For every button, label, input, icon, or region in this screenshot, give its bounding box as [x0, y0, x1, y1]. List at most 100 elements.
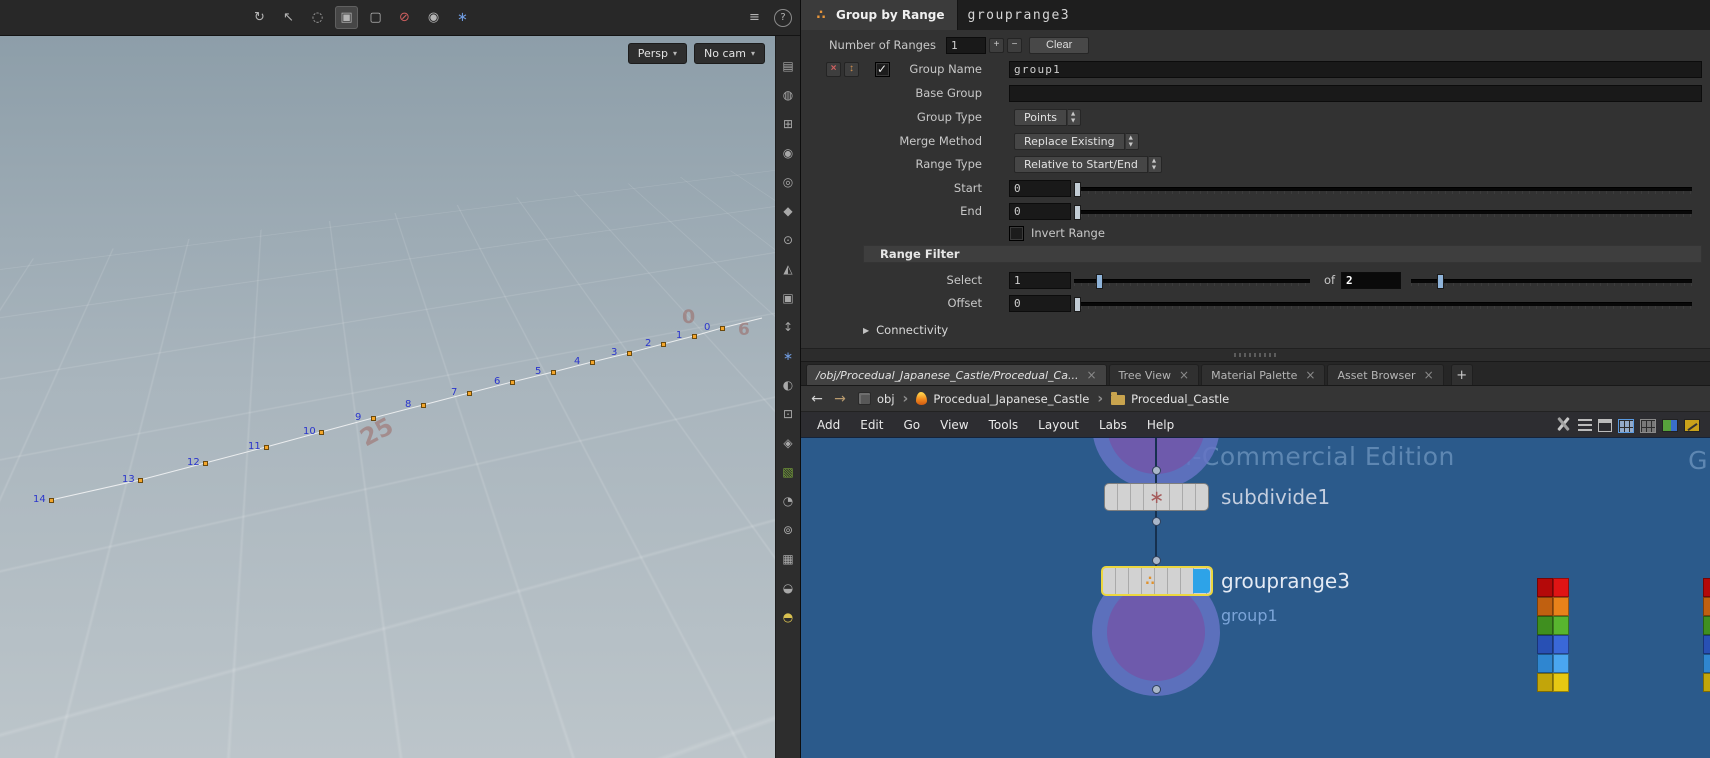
group-name-input[interactable]	[1009, 60, 1702, 78]
tab-close-icon[interactable]: ×	[1305, 369, 1315, 381]
point-dot[interactable]	[551, 370, 556, 375]
base-group-input[interactable]	[1009, 84, 1702, 102]
point-dot[interactable]	[590, 360, 595, 365]
color-swatch[interactable]	[1537, 616, 1553, 635]
breadcrumb-item[interactable]: Procedual_Castle	[1108, 390, 1232, 408]
color-swatch[interactable]	[1553, 654, 1569, 673]
grouprange-node[interactable]	[1101, 566, 1213, 596]
camera-icon[interactable]: ◎	[778, 172, 798, 192]
start-slider[interactable]	[1074, 182, 1692, 197]
menu-tools[interactable]: Tools	[979, 418, 1029, 432]
objects-icon[interactable]: ◭	[778, 259, 798, 279]
merge-method-spinner-icon[interactable]	[1124, 132, 1139, 150]
menu-add[interactable]: Add	[807, 418, 850, 432]
pane-tab[interactable]: /obj/Procedual_Japanese_Castle/Procedual…	[806, 364, 1107, 385]
color-swatch[interactable]	[1537, 673, 1553, 692]
color-swatch[interactable]	[1703, 616, 1710, 635]
image-plane-icon[interactable]: ▦	[778, 549, 798, 569]
menu-layout[interactable]: Layout	[1028, 418, 1089, 432]
tree-view-icon[interactable]	[1578, 418, 1592, 433]
end-slider-handle[interactable]	[1074, 205, 1081, 220]
invert-range-checkbox[interactable]	[1009, 225, 1024, 241]
offset-slider-handle[interactable]	[1074, 297, 1081, 312]
point-dot[interactable]	[138, 478, 143, 483]
color-swatch[interactable]	[1537, 635, 1553, 654]
start-slider-handle[interactable]	[1074, 182, 1081, 197]
perspective-view-button[interactable]: Persp	[627, 43, 687, 64]
group-type-spinner-icon[interactable]	[1067, 108, 1082, 126]
box-select-icon[interactable]: ▣	[335, 6, 358, 29]
point-dot[interactable]	[510, 380, 515, 385]
select-slider[interactable]	[1074, 274, 1310, 289]
point-dot[interactable]	[319, 430, 324, 435]
lights-icon[interactable]: ◆	[778, 201, 798, 221]
start-input[interactable]	[1009, 179, 1071, 197]
lamp-icon[interactable]: ⊙	[778, 230, 798, 250]
background-icon[interactable]: ◒	[778, 578, 798, 598]
subdivide-output-connector[interactable]	[1152, 517, 1161, 526]
display-flag[interactable]	[1193, 569, 1210, 593]
marquee-select-icon[interactable]: ▢	[364, 6, 387, 29]
render-view-icon[interactable]: ◉	[422, 6, 445, 29]
point-dot[interactable]	[720, 326, 725, 331]
snowflake-icon[interactable]: ∗	[451, 6, 474, 29]
remove-range-button[interactable]: −	[1007, 37, 1022, 53]
color-swatch[interactable]	[1553, 673, 1569, 692]
point-dot[interactable]	[661, 342, 666, 347]
network-editor[interactable]: Non-Commercial Edition G subdivide1 grou…	[801, 438, 1710, 758]
point-dot[interactable]	[467, 391, 472, 396]
tab-close-icon[interactable]: ×	[1179, 369, 1189, 381]
menu-go[interactable]: Go	[893, 418, 930, 432]
wireframe-icon[interactable]: ◈	[778, 433, 798, 453]
pane-tab[interactable]: Tree View ×	[1108, 364, 1200, 385]
lamp-on-icon[interactable]: ◓	[778, 607, 798, 627]
grid-layout-icon[interactable]	[1640, 418, 1656, 433]
forward-arrow-icon[interactable]: →	[832, 391, 848, 407]
grid-layout-active-icon[interactable]	[1618, 418, 1634, 433]
clear-button[interactable]: Clear	[1029, 36, 1090, 54]
normals-icon[interactable]: ⊡	[778, 404, 798, 424]
color-swatch[interactable]	[1703, 673, 1710, 692]
range-type-spinner-icon[interactable]	[1147, 155, 1162, 173]
point-dot[interactable]	[264, 445, 269, 450]
select-slider-handle[interactable]	[1096, 274, 1103, 289]
menu-labs[interactable]: Labs	[1089, 418, 1137, 432]
color-swatch[interactable]	[1553, 578, 1569, 597]
flipbook-icon[interactable]: ◍	[778, 85, 798, 105]
end-input[interactable]	[1009, 202, 1071, 220]
camera-select-button[interactable]: No cam	[694, 43, 765, 64]
panel-list-icon[interactable]	[1598, 419, 1612, 432]
number-of-ranges-input[interactable]	[946, 36, 986, 54]
menu-view[interactable]: View	[930, 418, 978, 432]
color-swatch[interactable]	[1703, 654, 1710, 673]
point-dot[interactable]	[203, 461, 208, 466]
3d-viewport[interactable]: 012345678910111213142506 Persp No cam	[0, 36, 775, 758]
handles-icon[interactable]: ∗	[778, 346, 798, 366]
color-swatch[interactable]	[1553, 597, 1569, 616]
snap-disabled-icon[interactable]: ⊘	[393, 6, 416, 29]
tab-close-icon[interactable]: ×	[1424, 369, 1434, 381]
pane-tab[interactable]: Material Palette ×	[1201, 364, 1326, 385]
select-cursor-icon[interactable]: ↖	[277, 6, 300, 29]
menu-edit[interactable]: Edit	[850, 418, 893, 432]
tab-close-icon[interactable]: ×	[1086, 369, 1096, 381]
subdivide-input-connector[interactable]	[1152, 466, 1161, 475]
point-dot[interactable]	[49, 498, 54, 503]
snapshot-icon[interactable]: ▤	[778, 56, 798, 76]
offset-slider[interactable]	[1074, 297, 1692, 312]
color-swatch[interactable]	[1553, 616, 1569, 635]
range-type-dropdown[interactable]: Relative to Start/End	[1014, 155, 1148, 173]
select-input[interactable]	[1009, 271, 1071, 289]
color-swatch[interactable]	[1553, 635, 1569, 654]
select-of-input[interactable]	[1341, 271, 1401, 289]
grouprange-output-connector[interactable]	[1152, 685, 1161, 694]
color-swatch[interactable]	[1703, 597, 1710, 616]
range-filter-section-header[interactable]: Range Filter	[863, 245, 1702, 263]
display-options-icon[interactable]: ≡	[743, 6, 766, 29]
help-icon[interactable]: ?	[774, 8, 792, 27]
lasso-select-icon[interactable]: ◌	[306, 6, 329, 29]
breadcrumb-item[interactable]: obj	[855, 390, 898, 408]
delete-range-button[interactable]	[826, 61, 841, 77]
merge-method-dropdown[interactable]: Replace Existing	[1014, 132, 1125, 150]
visibility-icon[interactable]: ◉	[778, 143, 798, 163]
